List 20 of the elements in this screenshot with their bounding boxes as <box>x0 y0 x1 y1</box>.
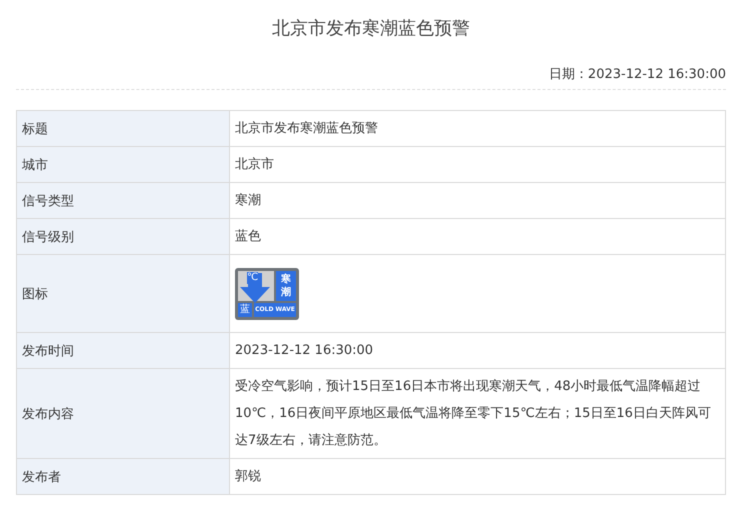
page-title: 北京市发布寒潮蓝色预警 <box>271 17 471 41</box>
badge-name: 寒潮 <box>276 270 296 300</box>
row-label: 图标 <box>22 286 48 302</box>
row-label: 发布时间 <box>22 342 74 360</box>
row-label: 信号级别 <box>22 228 74 246</box>
table-cell-text: 北京市发布寒潮蓝色预警 <box>235 120 378 138</box>
table-cell-text: 北京市 <box>235 156 274 174</box>
date-text: 日期：2023-12-12 16:30:00 <box>548 66 726 83</box>
row-label: 发布者 <box>22 468 61 486</box>
table-cell-text: 郭锐 <box>235 468 261 486</box>
table-cell-text: 2023-12-12 16:30:00 <box>235 342 374 360</box>
row-label: 发布内容 <box>22 406 74 422</box>
badge-level: 蓝 <box>238 302 252 316</box>
table-cell-text: 蓝色 <box>235 228 261 246</box>
row-label: 城市 <box>22 156 48 174</box>
table-cell-text: 受冷空气影响，预计15日至16日本市将出现寒潮天气，48小时最低气温降幅超过10℃，16日夜间平原地区最低气温将降至零下15℃左右；15日至16日白天阵风可达7级左右，请注意防范。 <box>235 378 712 450</box>
row-label: 标题 <box>22 120 48 138</box>
row-label: 信号类型 <box>22 192 74 210</box>
unit-text: ℃ <box>247 272 258 284</box>
table-cell-text: 寒潮 <box>235 192 261 210</box>
